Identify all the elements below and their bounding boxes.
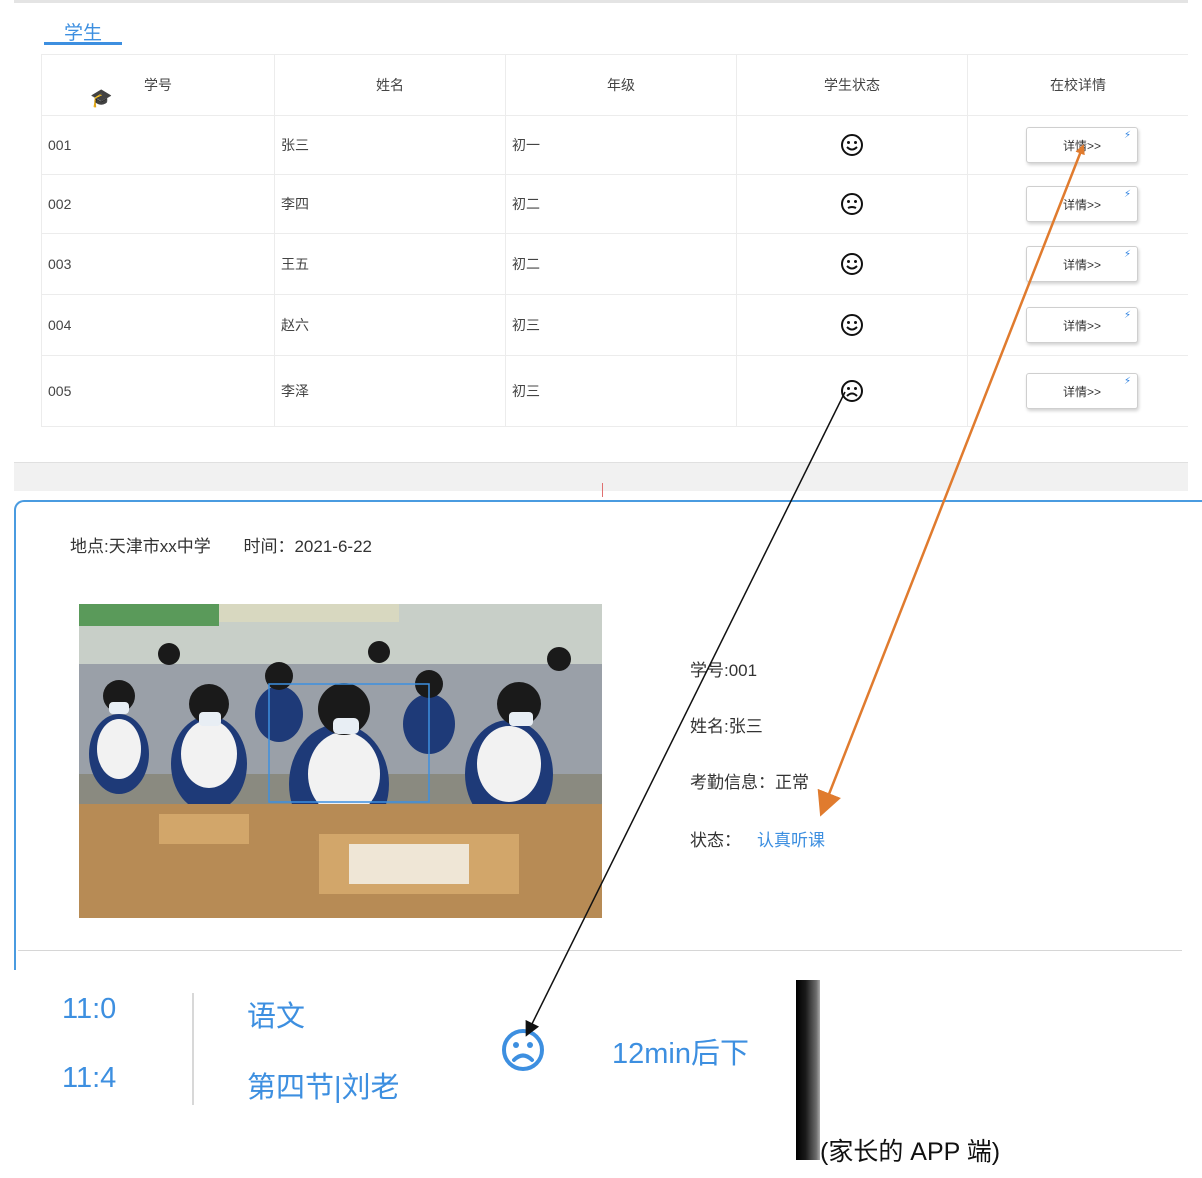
- top-divider: [14, 0, 1188, 3]
- happy-face-icon: [841, 314, 863, 336]
- cell-details: 详情>> ⚡: [968, 116, 1188, 174]
- details-button-label: 详情>>: [1062, 257, 1102, 272]
- header-name: 姓名: [275, 55, 506, 115]
- happy-face-icon: [841, 134, 863, 156]
- header-details: 在校详情: [1050, 77, 1106, 93]
- cell-name: 李四: [275, 175, 506, 233]
- details-button[interactable]: 详情>> ⚡: [1026, 373, 1138, 409]
- classroom-photo: [79, 604, 602, 918]
- info-state-label: 状态：: [690, 831, 741, 850]
- tab-students[interactable]: 学生: [44, 18, 122, 45]
- cell-status: [737, 356, 968, 426]
- detail-meta: 地点:天津市xx中学 时间：2021-6-22: [70, 532, 400, 557]
- happy-face-icon: [841, 253, 863, 275]
- cell-name: 张三: [275, 116, 506, 174]
- info-attendance: 考勤信息：正常: [690, 773, 809, 792]
- cell-grade: 初二: [506, 175, 737, 233]
- cell-student-id: 005: [41, 356, 275, 426]
- parent-app-caption: (家长的 APP 端): [820, 1138, 1001, 1166]
- sad-face-icon: [841, 380, 863, 402]
- cell-status: [737, 175, 968, 233]
- header-label: 学号: [144, 77, 172, 93]
- cell-grade: 初三: [506, 356, 737, 426]
- lightning-icon: ⚡: [1124, 310, 1132, 321]
- info-student-name: 姓名:张三: [690, 717, 763, 736]
- cell-name: 赵六: [275, 295, 506, 355]
- cell-student-id: 002: [41, 175, 275, 233]
- cell-grade: 初二: [506, 234, 737, 294]
- info-state: 状态： 认真听课: [690, 826, 825, 851]
- details-button-label: 详情>>: [1062, 318, 1102, 333]
- class-subject: 语文: [247, 1001, 306, 1033]
- table-row: 003 王五 初二 详情>> ⚡: [41, 234, 1188, 295]
- lightning-icon: ⚡: [1124, 249, 1132, 260]
- details-button[interactable]: 详情>> ⚡: [1026, 246, 1138, 282]
- details-button[interactable]: 详情>> ⚡: [1026, 186, 1138, 222]
- header-status: 学生状态: [737, 55, 968, 115]
- phone-edge-bar: [796, 980, 820, 1160]
- students-table: 🎓 学号 姓名 年级 学生状态 在校详情 001 张三 初一 详情>> ⚡ 002 李四 初二…: [41, 54, 1188, 427]
- cell-details: 详情>> ⚡: [968, 356, 1188, 426]
- table-row: 001 张三 初一 详情>> ⚡: [41, 116, 1188, 175]
- cell-status: [737, 295, 968, 355]
- cell-name: 李泽: [275, 356, 506, 426]
- cell-grade: 初一: [506, 116, 737, 174]
- cell-grade: 初三: [506, 295, 737, 355]
- lightning-icon: ⚡: [1124, 130, 1132, 141]
- detail-time: 时间：2021-6-22: [243, 537, 372, 556]
- cell-details: 详情>> ⚡: [968, 295, 1188, 355]
- neutral-face-icon: [841, 193, 863, 215]
- class-lesson: 第四节|刘老: [247, 1072, 400, 1104]
- class-end-time: 11:4: [62, 1062, 117, 1094]
- details-button[interactable]: 详情>> ⚡: [1026, 307, 1138, 343]
- info-state-value: 认真听课: [757, 831, 825, 850]
- lightning-icon: ⚡: [1124, 189, 1132, 200]
- cell-status: [737, 116, 968, 174]
- table-header-row: 🎓 学号 姓名 年级 学生状态 在校详情: [41, 55, 1188, 116]
- cell-name: 王五: [275, 234, 506, 294]
- detail-location: 地点:天津市xx中学: [70, 537, 211, 556]
- section-separator-band: [14, 462, 1188, 491]
- header-grade: 年级: [506, 55, 737, 115]
- table-row: 004 赵六 初三 详情>> ⚡: [41, 295, 1188, 356]
- cell-student-id: 003: [41, 234, 275, 294]
- class-start-time: 11:0: [62, 993, 117, 1025]
- cell-status: [737, 234, 968, 294]
- details-button-label: 详情>>: [1062, 384, 1102, 399]
- info-student-id: 学号:001: [690, 661, 758, 680]
- cell-student-id: 004: [41, 295, 275, 355]
- tab-active-underline: [44, 42, 122, 45]
- header-student-id: 🎓 学号: [41, 55, 275, 115]
- table-body: 001 张三 初一 详情>> ⚡ 002 李四 初二 详情>> ⚡ 003 王五 初二 详情>> ⚡ 004 赵…: [41, 116, 1188, 427]
- graduation-cap-icon: 🎓: [90, 88, 113, 108]
- details-button-label: 详情>>: [1062, 197, 1102, 212]
- details-button[interactable]: 详情>> ⚡: [1026, 127, 1138, 163]
- class-countdown: 12min后下: [612, 1038, 749, 1070]
- details-button-label: 详情>>: [1062, 138, 1102, 153]
- cell-details: 详情>> ⚡: [968, 175, 1188, 233]
- table-row: 005 李泽 初三 详情>> ⚡: [41, 356, 1188, 427]
- cell-details: 详情>> ⚡: [968, 234, 1188, 294]
- table-row: 002 李四 初二 详情>> ⚡: [41, 175, 1188, 234]
- panel-divider: [18, 950, 1182, 951]
- schedule-divider: [192, 993, 194, 1105]
- lightning-icon: ⚡: [1124, 376, 1132, 387]
- red-marker: [602, 483, 603, 497]
- sad-face-icon: [502, 1029, 544, 1071]
- cell-student-id: 001: [41, 116, 275, 174]
